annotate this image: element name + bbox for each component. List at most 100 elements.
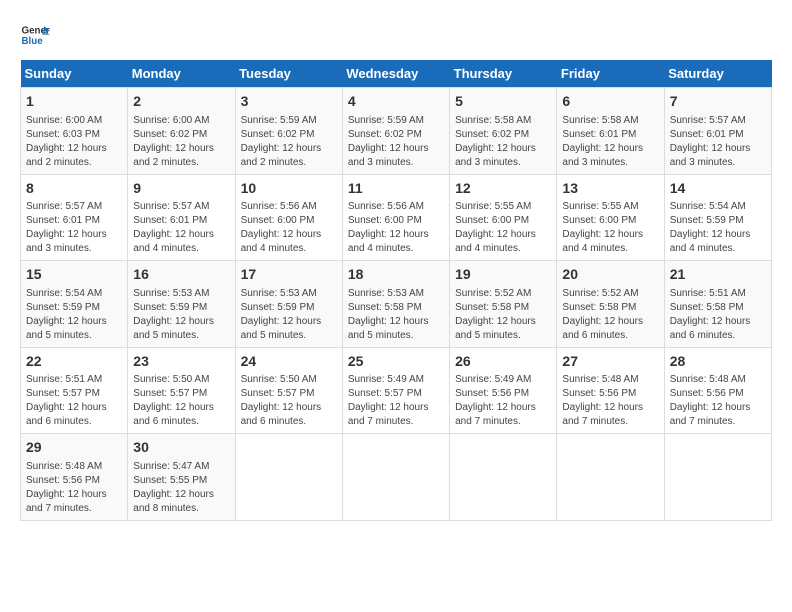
calendar-cell: 29Sunrise: 5:48 AM Sunset: 5:56 PM Dayli… [21,434,128,521]
day-info: Sunrise: 5:59 AM Sunset: 6:02 PM Dayligh… [348,114,444,170]
day-info: Sunrise: 5:51 AM Sunset: 5:57 PM Dayligh… [26,373,122,429]
calendar-cell: 17Sunrise: 5:53 AM Sunset: 5:59 PM Dayli… [235,261,342,348]
calendar-week-2: 8Sunrise: 5:57 AM Sunset: 6:01 PM Daylig… [21,174,772,261]
calendar-week-4: 22Sunrise: 5:51 AM Sunset: 5:57 PM Dayli… [21,347,772,434]
calendar-cell [664,434,771,521]
calendar-cell: 14Sunrise: 5:54 AM Sunset: 5:59 PM Dayli… [664,174,771,261]
calendar-cell [235,434,342,521]
day-number: 21 [670,265,766,285]
day-number: 14 [670,179,766,199]
day-number: 7 [670,92,766,112]
day-number: 2 [133,92,229,112]
day-number: 4 [348,92,444,112]
col-header-saturday: Saturday [664,60,771,88]
day-info: Sunrise: 5:56 AM Sunset: 6:00 PM Dayligh… [241,200,337,256]
col-header-monday: Monday [128,60,235,88]
calendar-cell: 26Sunrise: 5:49 AM Sunset: 5:56 PM Dayli… [450,347,557,434]
calendar-cell: 30Sunrise: 5:47 AM Sunset: 5:55 PM Dayli… [128,434,235,521]
calendar-cell: 23Sunrise: 5:50 AM Sunset: 5:57 PM Dayli… [128,347,235,434]
calendar-cell: 25Sunrise: 5:49 AM Sunset: 5:57 PM Dayli… [342,347,449,434]
day-info: Sunrise: 6:00 AM Sunset: 6:02 PM Dayligh… [133,114,229,170]
day-number: 6 [562,92,658,112]
col-header-thursday: Thursday [450,60,557,88]
svg-text:Blue: Blue [22,36,44,47]
calendar-table: SundayMondayTuesdayWednesdayThursdayFrid… [20,60,772,521]
calendar-cell: 4Sunrise: 5:59 AM Sunset: 6:02 PM Daylig… [342,88,449,175]
day-info: Sunrise: 5:57 AM Sunset: 6:01 PM Dayligh… [26,200,122,256]
calendar-cell: 22Sunrise: 5:51 AM Sunset: 5:57 PM Dayli… [21,347,128,434]
calendar-cell: 20Sunrise: 5:52 AM Sunset: 5:58 PM Dayli… [557,261,664,348]
day-number: 19 [455,265,551,285]
calendar-cell: 12Sunrise: 5:55 AM Sunset: 6:00 PM Dayli… [450,174,557,261]
day-number: 30 [133,438,229,458]
page-header: General Blue [20,20,772,50]
day-number: 20 [562,265,658,285]
day-info: Sunrise: 5:55 AM Sunset: 6:00 PM Dayligh… [562,200,658,256]
day-number: 25 [348,352,444,372]
day-number: 17 [241,265,337,285]
day-info: Sunrise: 5:51 AM Sunset: 5:58 PM Dayligh… [670,287,766,343]
day-number: 26 [455,352,551,372]
day-info: Sunrise: 5:52 AM Sunset: 5:58 PM Dayligh… [455,287,551,343]
day-info: Sunrise: 5:49 AM Sunset: 5:56 PM Dayligh… [455,373,551,429]
day-number: 3 [241,92,337,112]
day-number: 22 [26,352,122,372]
calendar-cell: 28Sunrise: 5:48 AM Sunset: 5:56 PM Dayli… [664,347,771,434]
day-info: Sunrise: 5:49 AM Sunset: 5:57 PM Dayligh… [348,373,444,429]
day-number: 29 [26,438,122,458]
calendar-cell: 10Sunrise: 5:56 AM Sunset: 6:00 PM Dayli… [235,174,342,261]
calendar-cell: 1Sunrise: 6:00 AM Sunset: 6:03 PM Daylig… [21,88,128,175]
calendar-cell: 27Sunrise: 5:48 AM Sunset: 5:56 PM Dayli… [557,347,664,434]
calendar-cell [342,434,449,521]
day-number: 9 [133,179,229,199]
calendar-cell: 15Sunrise: 5:54 AM Sunset: 5:59 PM Dayli… [21,261,128,348]
day-info: Sunrise: 5:54 AM Sunset: 5:59 PM Dayligh… [670,200,766,256]
col-header-wednesday: Wednesday [342,60,449,88]
day-number: 10 [241,179,337,199]
day-info: Sunrise: 5:57 AM Sunset: 6:01 PM Dayligh… [670,114,766,170]
day-number: 28 [670,352,766,372]
calendar-cell: 11Sunrise: 5:56 AM Sunset: 6:00 PM Dayli… [342,174,449,261]
calendar-cell: 8Sunrise: 5:57 AM Sunset: 6:01 PM Daylig… [21,174,128,261]
day-number: 16 [133,265,229,285]
day-number: 13 [562,179,658,199]
day-info: Sunrise: 5:48 AM Sunset: 5:56 PM Dayligh… [562,373,658,429]
day-info: Sunrise: 5:58 AM Sunset: 6:02 PM Dayligh… [455,114,551,170]
col-header-sunday: Sunday [21,60,128,88]
calendar-cell: 5Sunrise: 5:58 AM Sunset: 6:02 PM Daylig… [450,88,557,175]
calendar-cell: 19Sunrise: 5:52 AM Sunset: 5:58 PM Dayli… [450,261,557,348]
day-info: Sunrise: 5:53 AM Sunset: 5:59 PM Dayligh… [133,287,229,343]
col-header-tuesday: Tuesday [235,60,342,88]
day-info: Sunrise: 5:58 AM Sunset: 6:01 PM Dayligh… [562,114,658,170]
day-info: Sunrise: 5:56 AM Sunset: 6:00 PM Dayligh… [348,200,444,256]
day-info: Sunrise: 5:53 AM Sunset: 5:59 PM Dayligh… [241,287,337,343]
calendar-cell: 2Sunrise: 6:00 AM Sunset: 6:02 PM Daylig… [128,88,235,175]
calendar-cell: 16Sunrise: 5:53 AM Sunset: 5:59 PM Dayli… [128,261,235,348]
logo: General Blue [20,20,58,50]
day-info: Sunrise: 5:57 AM Sunset: 6:01 PM Dayligh… [133,200,229,256]
day-number: 12 [455,179,551,199]
day-number: 11 [348,179,444,199]
calendar-cell: 7Sunrise: 5:57 AM Sunset: 6:01 PM Daylig… [664,88,771,175]
day-info: Sunrise: 5:48 AM Sunset: 5:56 PM Dayligh… [670,373,766,429]
calendar-week-1: 1Sunrise: 6:00 AM Sunset: 6:03 PM Daylig… [21,88,772,175]
calendar-cell: 6Sunrise: 5:58 AM Sunset: 6:01 PM Daylig… [557,88,664,175]
calendar-cell: 3Sunrise: 5:59 AM Sunset: 6:02 PM Daylig… [235,88,342,175]
day-number: 18 [348,265,444,285]
calendar-cell [557,434,664,521]
day-info: Sunrise: 5:55 AM Sunset: 6:00 PM Dayligh… [455,200,551,256]
day-number: 15 [26,265,122,285]
day-info: Sunrise: 5:50 AM Sunset: 5:57 PM Dayligh… [241,373,337,429]
calendar-cell: 24Sunrise: 5:50 AM Sunset: 5:57 PM Dayli… [235,347,342,434]
calendar-week-5: 29Sunrise: 5:48 AM Sunset: 5:56 PM Dayli… [21,434,772,521]
day-info: Sunrise: 5:53 AM Sunset: 5:58 PM Dayligh… [348,287,444,343]
day-number: 23 [133,352,229,372]
day-info: Sunrise: 6:00 AM Sunset: 6:03 PM Dayligh… [26,114,122,170]
calendar-week-3: 15Sunrise: 5:54 AM Sunset: 5:59 PM Dayli… [21,261,772,348]
calendar-cell [450,434,557,521]
day-number: 5 [455,92,551,112]
day-info: Sunrise: 5:52 AM Sunset: 5:58 PM Dayligh… [562,287,658,343]
col-header-friday: Friday [557,60,664,88]
day-number: 24 [241,352,337,372]
calendar-cell: 9Sunrise: 5:57 AM Sunset: 6:01 PM Daylig… [128,174,235,261]
